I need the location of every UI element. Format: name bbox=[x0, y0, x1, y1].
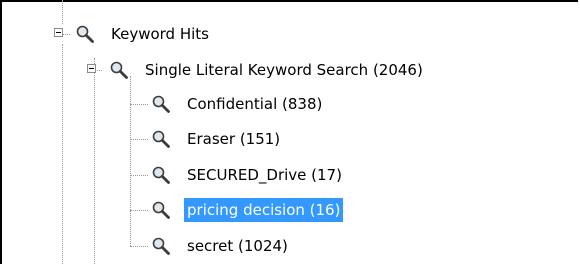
tree-item-label-selected: pricing decision (16) bbox=[184, 198, 344, 222]
tree-node-keyword-hits[interactable]: Keyword Hits bbox=[74, 21, 212, 47]
tree-item-confidential[interactable]: Confidential (838) bbox=[150, 91, 325, 117]
tree-line bbox=[62, 44, 63, 264]
tree-line bbox=[130, 139, 148, 140]
tree-line bbox=[62, 0, 63, 24]
tree-line bbox=[94, 58, 95, 264]
tree-line bbox=[130, 246, 148, 247]
tree-item-pricing-decision[interactable]: pricing decision (16) bbox=[150, 197, 344, 223]
tree-item-secret[interactable]: secret (1024) bbox=[150, 233, 291, 259]
tree-item-label: SECURED_Drive (17) bbox=[187, 166, 342, 184]
magnifier-icon bbox=[150, 235, 172, 257]
tree-node-label: Single Literal Keyword Search (2046) bbox=[145, 61, 423, 79]
keyword-hits-tree: Keyword Hits Single Literal Keyword Sear… bbox=[0, 0, 580, 264]
tree-line bbox=[130, 104, 148, 105]
magnifier-icon bbox=[150, 199, 172, 221]
tree-item-eraser[interactable]: Eraser (151) bbox=[150, 126, 283, 152]
tree-line bbox=[130, 76, 131, 246]
collapse-toggle-icon[interactable] bbox=[54, 28, 63, 37]
tree-item-label: Confidential (838) bbox=[187, 95, 323, 113]
tree-node-label: Keyword Hits bbox=[111, 25, 209, 43]
magnifier-icon bbox=[150, 164, 172, 186]
tree-line bbox=[62, 34, 70, 35]
magnifier-icon bbox=[74, 23, 96, 45]
magnifier-icon bbox=[150, 128, 172, 150]
collapse-toggle-icon[interactable] bbox=[87, 64, 96, 73]
magnifier-icon bbox=[150, 93, 172, 115]
tree-node-single-literal-keyword-search[interactable]: Single Literal Keyword Search (2046) bbox=[108, 57, 426, 83]
tree-line bbox=[130, 175, 148, 176]
tree-item-label: secret (1024) bbox=[187, 237, 288, 255]
tree-item-secured-drive[interactable]: SECURED_Drive (17) bbox=[150, 162, 345, 188]
tree-item-label: Eraser (151) bbox=[187, 130, 281, 148]
tree-line bbox=[130, 210, 148, 211]
magnifier-icon bbox=[108, 59, 130, 81]
